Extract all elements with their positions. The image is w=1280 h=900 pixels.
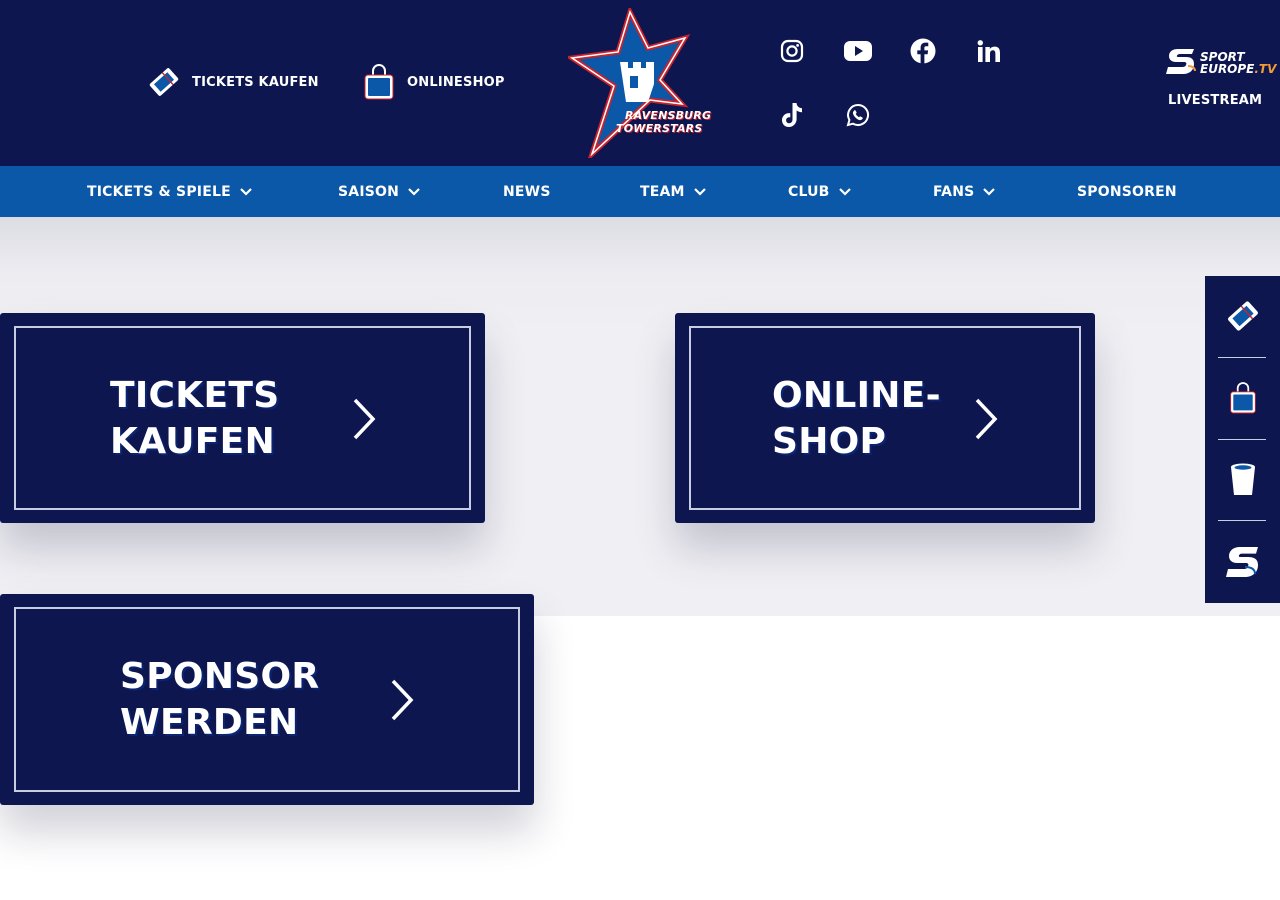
whatsapp-icon[interactable] <box>838 95 878 135</box>
nav-label: SPONSOREN <box>1077 183 1177 200</box>
cta-tickets-kaufen[interactable]: TICKETS KAUFEN <box>0 313 485 523</box>
nav-label: TICKETS & SPIELE <box>87 183 231 200</box>
header-onlineshop-label: ONLINESHOP <box>407 74 505 90</box>
cta-sponsor-line2: WERDEN <box>120 702 299 743</box>
livestream-link[interactable]: SPORT EUROPE.TV LIVESTREAM <box>1166 46 1276 112</box>
nav-label: FANS <box>933 183 975 200</box>
cta-tickets-line1: TICKETS <box>110 375 280 416</box>
cup-icon <box>1230 463 1255 495</box>
sporteurope-suffix: .TV <box>1254 62 1277 76</box>
logo-line2: TOWERSTARS <box>616 122 703 135</box>
cta-onlineshop[interactable]: ONLINE- SHOP <box>675 313 1095 523</box>
header-tickets-link[interactable]: TICKETS KAUFEN <box>146 62 319 102</box>
chevron-down-icon <box>407 185 421 199</box>
cta-shop-line2: SHOP <box>772 421 887 462</box>
sporteurope-icon <box>1225 547 1258 577</box>
instagram-icon[interactable] <box>772 31 812 71</box>
logo-line1: RAVENSBURG <box>625 109 712 122</box>
header-tickets-label: TICKETS KAUFEN <box>192 74 319 90</box>
nav-item-club[interactable]: CLUB <box>788 166 852 217</box>
sidebar-cup-link[interactable] <box>1205 440 1280 520</box>
shopping-bag-icon <box>1229 382 1256 414</box>
nav-label: CLUB <box>788 183 830 200</box>
quick-links-sidebar <box>1205 276 1280 603</box>
club-logo[interactable]: RAVENSBURG TOWERSTARS <box>565 5 716 163</box>
cta-sponsor-werden[interactable]: SPONSOR WERDEN <box>0 594 534 805</box>
youtube-icon[interactable] <box>838 31 878 71</box>
nav-item-team[interactable]: TEAM <box>640 166 707 217</box>
ticket-icon <box>146 62 182 102</box>
nav-item-tickets-spiele[interactable]: TICKETS & SPIELE <box>87 166 253 217</box>
nav-item-saison[interactable]: SAISON <box>338 166 421 217</box>
header-onlineshop-link[interactable]: ONLINESHOP <box>361 62 505 102</box>
cta-tickets-line2: KAUFEN <box>110 421 275 462</box>
cta-sponsor-line1: SPONSOR <box>120 656 320 697</box>
sidebar-tickets-link[interactable] <box>1205 276 1280 356</box>
shopping-bag-icon <box>361 62 397 102</box>
nav-label: NEWS <box>503 183 551 200</box>
facebook-icon[interactable] <box>903 31 943 71</box>
cta-shop-line1: ONLINE- <box>772 375 941 416</box>
site-header: TICKETS KAUFEN ONLINESHOP RAVENSBURG TOW… <box>0 0 1280 166</box>
chevron-down-icon <box>838 185 852 199</box>
chevron-down-icon <box>239 185 253 199</box>
main-nav: TICKETS & SPIELE SAISON NEWS TEAM CLUB F… <box>0 166 1280 217</box>
tiktok-icon[interactable] <box>772 95 812 135</box>
nav-item-fans[interactable]: FANS <box>933 166 996 217</box>
nav-label: SAISON <box>338 183 400 200</box>
livestream-label: LIVESTREAM <box>1168 93 1263 108</box>
sidebar-divider <box>1218 520 1266 521</box>
sporteurope-line2: EUROPE <box>1200 62 1255 76</box>
chevron-down-icon <box>693 185 707 199</box>
chevron-right-icon <box>975 398 998 440</box>
linkedin-icon[interactable] <box>969 31 1009 71</box>
chevron-right-icon <box>353 398 376 440</box>
nav-item-news[interactable]: NEWS <box>503 166 551 217</box>
chevron-right-icon <box>391 679 414 721</box>
sidebar-sporteurope-link[interactable] <box>1205 522 1280 602</box>
chevron-down-icon <box>982 185 996 199</box>
ticket-icon <box>1227 301 1258 331</box>
nav-item-sponsoren[interactable]: SPONSOREN <box>1077 166 1177 217</box>
sidebar-shop-link[interactable] <box>1205 358 1280 438</box>
star-logo-icon <box>565 5 691 163</box>
nav-label: TEAM <box>640 183 685 200</box>
